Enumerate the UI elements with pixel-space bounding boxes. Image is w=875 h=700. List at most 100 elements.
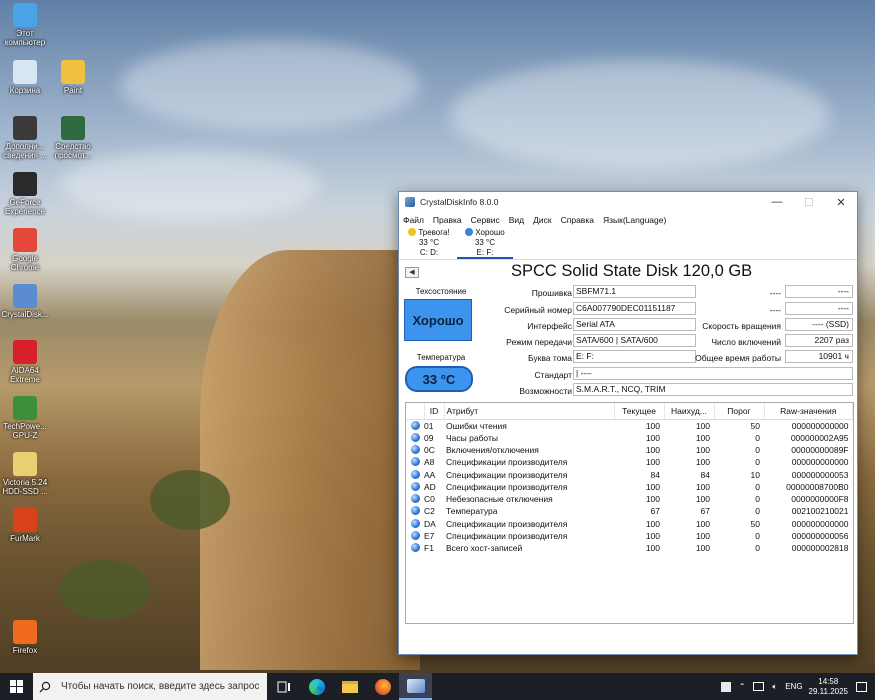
smart-row[interactable]: A8 Спецификации производителя 100 100 0 00000… xyxy=(406,456,853,468)
desktop-shortcut[interactable]: TechPowe... GPU-Z xyxy=(0,396,54,440)
menu-file[interactable]: Файл xyxy=(403,215,424,225)
smart-row[interactable]: C0 Небезопасные отключения 100 100 0 00000000… xyxy=(406,493,853,505)
menu-language[interactable]: Язык(Language) xyxy=(603,215,666,225)
windows-logo-icon xyxy=(10,680,23,693)
taskbar-search-box[interactable]: Чтобы начать поиск, введите здесь запрос xyxy=(33,673,267,700)
desktop-shortcut[interactable]: FurMark xyxy=(0,508,54,543)
crystaldiskinfo-taskbar-button[interactable] xyxy=(399,673,432,700)
smart-id: A8 xyxy=(424,457,435,468)
features-value: S.M.A.R.T., NCQ, TRIM xyxy=(573,383,853,396)
smart-id: AA xyxy=(424,469,436,480)
taskbar: Чтобы начать поиск, введите здесь запрос… xyxy=(0,673,875,700)
good-status-icon xyxy=(410,506,420,516)
good-status-icon xyxy=(410,457,420,467)
viewer-icon xyxy=(61,116,85,140)
system-tray: ⌃ 🔈︎ ENG 14:58 29.11.2025 xyxy=(720,673,875,700)
geforce-icon xyxy=(13,172,37,196)
smart-raw: 002100210021 xyxy=(791,506,849,517)
desktop-shortcut[interactable]: AIDA64 Extreme xyxy=(0,340,54,384)
clock-date: 29.11.2025 xyxy=(808,686,848,696)
smart-id: C0 xyxy=(424,494,435,505)
standard-value: | ---- xyxy=(573,367,853,380)
notifications-icon[interactable] xyxy=(856,681,867,692)
desktop-shortcut-label: Firefox xyxy=(12,646,38,655)
maximize-button[interactable]: ☐ xyxy=(793,192,825,212)
status-column-header[interactable] xyxy=(406,403,425,420)
show-hidden-icons-icon[interactable]: ⌃ xyxy=(739,682,746,691)
health-status-button[interactable]: Хорошо xyxy=(404,299,472,341)
previous-disk-button[interactable]: ◀ xyxy=(405,267,419,278)
firefox-icon xyxy=(13,620,37,644)
desktop-shortcut[interactable]: Средство просмот... xyxy=(44,116,102,160)
smart-row[interactable]: 09 Часы работы 100 100 0 000000002A95 xyxy=(406,432,853,444)
wallpaper-trees xyxy=(60,560,150,620)
menu-disk[interactable]: Диск xyxy=(533,215,551,225)
desktop-shortcut[interactable]: Google Chrome xyxy=(0,228,54,272)
smart-worst: 100 xyxy=(695,531,710,542)
smart-row[interactable]: C2 Температура 67 67 0 002100210021 xyxy=(406,505,853,517)
smart-row[interactable]: 0C Включения/отключения 100 100 0 00000000089… xyxy=(406,444,853,456)
worst-column-header[interactable]: Наихуд... xyxy=(664,403,715,420)
explorer-button[interactable] xyxy=(333,673,366,700)
features-label: Возможности xyxy=(519,386,572,396)
smart-row[interactable]: AA Спецификации производителя 84 84 10 000000… xyxy=(406,468,853,480)
smart-threshold: 10 xyxy=(750,469,760,480)
smart-current: 100 xyxy=(645,420,660,431)
smart-row[interactable]: AD Спецификации производителя 100 100 0 00000… xyxy=(406,481,853,493)
title-bar[interactable]: CrystalDiskInfo 8.0.0 — ☐ ✕ xyxy=(399,192,857,212)
menu-view[interactable]: Вид xyxy=(509,215,524,225)
minimize-button[interactable]: — xyxy=(761,192,793,212)
raw-column-header[interactable]: Raw-значения xyxy=(764,403,853,420)
id-column-header[interactable]: ID xyxy=(424,403,445,420)
smart-current: 100 xyxy=(645,531,660,542)
menu-service[interactable]: Сервис xyxy=(471,215,500,225)
task-view-button[interactable] xyxy=(267,673,300,700)
smart-id: DA xyxy=(424,518,436,529)
desktop-shortcut[interactable]: GeForce Experience xyxy=(0,172,54,216)
clock[interactable]: 14:58 29.11.2025 xyxy=(809,677,848,697)
start-button[interactable] xyxy=(0,673,33,700)
smart-id: C2 xyxy=(424,506,435,517)
smart-table-panel[interactable]: ID Атрибут Текущее Наихуд... Порог Raw-з… xyxy=(405,402,854,624)
desktop-shortcut[interactable]: Этот компьютер xyxy=(0,3,54,47)
tray-app-icon[interactable] xyxy=(720,681,731,692)
folder-icon xyxy=(341,680,358,693)
smart-attribute: Небезопасные отключения xyxy=(446,494,553,505)
desktop-shortcut-label: Этот компьютер xyxy=(4,29,46,48)
smart-row[interactable]: DA Спецификации производителя 100 100 50 0000… xyxy=(406,518,853,530)
disk-tab-c[interactable]: Тревога! 33 °C C: D: xyxy=(401,227,457,259)
smart-row[interactable]: 01 Ошибки чтения 100 100 50 000000000000 xyxy=(406,419,853,432)
desktop-shortcut[interactable]: Firefox xyxy=(0,620,54,655)
reserved-label-2: ---- xyxy=(769,305,781,315)
language-indicator[interactable]: ENG xyxy=(785,682,802,691)
firefox-button[interactable] xyxy=(366,673,399,700)
rotation-value: ---- (SSD) xyxy=(785,318,853,331)
smart-id: F1 xyxy=(424,543,434,554)
attribute-column-header[interactable]: Атрибут xyxy=(444,403,615,420)
recycle-bin-icon xyxy=(13,60,37,84)
menu-help[interactable]: Справка xyxy=(561,215,594,225)
menu-edit[interactable]: Правка xyxy=(433,215,462,225)
disk-tab-e[interactable]: Хорошо 33 °C E: F: xyxy=(457,227,513,259)
desktop-shortcut[interactable]: CrystalDisk... xyxy=(0,284,54,319)
threshold-column-header[interactable]: Порог xyxy=(714,403,765,420)
window-title: CrystalDiskInfo 8.0.0 xyxy=(420,197,499,207)
volume-letter-label: Буква тома xyxy=(528,353,572,363)
smart-row[interactable]: E7 Спецификации производителя 100 100 0 00000… xyxy=(406,530,853,542)
smart-threshold: 0 xyxy=(755,494,760,505)
current-column-header[interactable]: Текущее xyxy=(614,403,665,420)
smart-current: 67 xyxy=(650,506,660,517)
gpuz-icon xyxy=(13,396,37,420)
volume-icon[interactable]: 🔈︎ xyxy=(772,682,777,692)
network-icon[interactable] xyxy=(753,682,765,691)
edge-button[interactable] xyxy=(300,673,333,700)
close-button[interactable]: ✕ xyxy=(825,192,857,212)
desktop-shortcut[interactable]: Paint xyxy=(44,60,102,95)
smart-worst: 67 xyxy=(700,506,710,517)
desktop-shortcut[interactable]: Victoria 5.24 HDD-SSD ... xyxy=(0,452,54,496)
smart-threshold: 0 xyxy=(755,481,760,492)
aida64-icon xyxy=(13,340,37,364)
desktop-shortcut-label: Victoria 5.24 HDD-SSD ... xyxy=(2,478,48,497)
cloud xyxy=(60,150,320,220)
smart-row[interactable]: F1 Всего хост-записей 100 100 0 000000002818 xyxy=(406,542,853,554)
